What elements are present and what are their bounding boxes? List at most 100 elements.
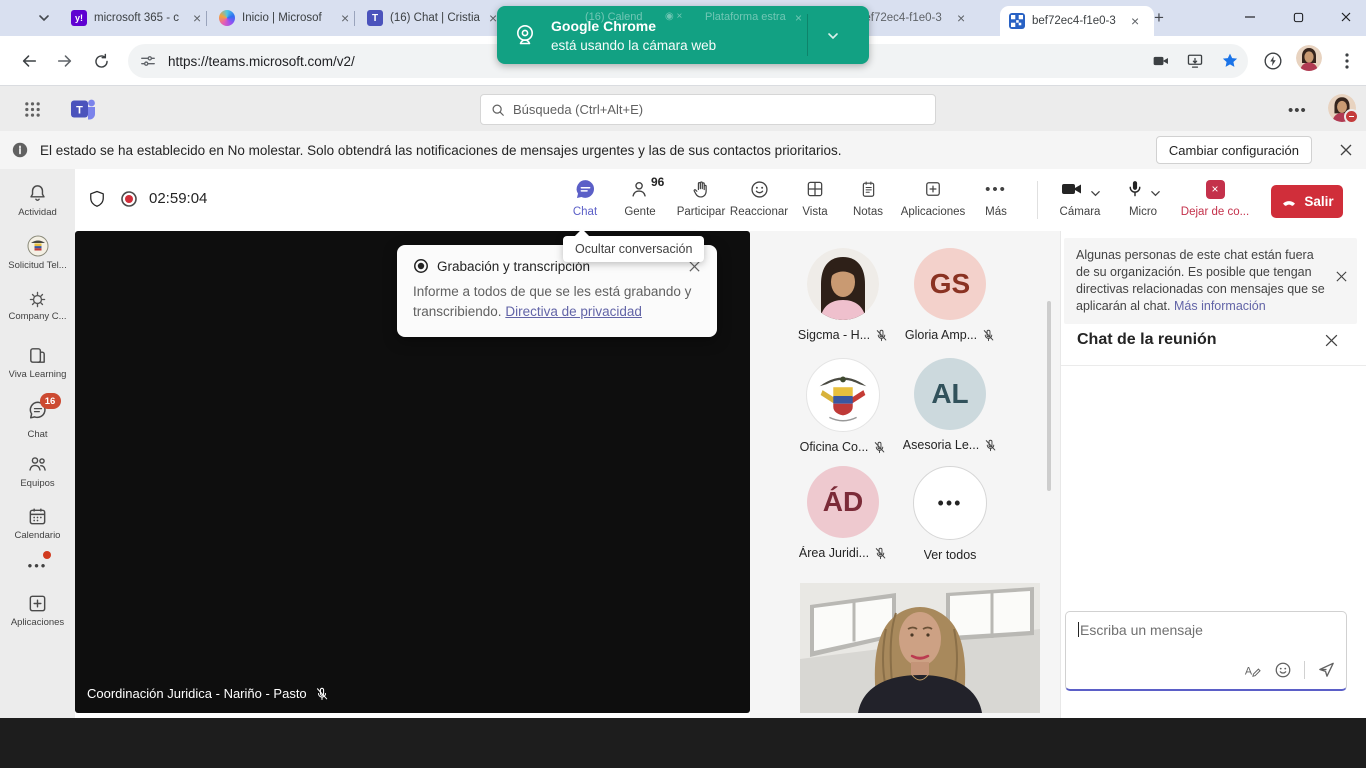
browser-tab[interactable]: Inicio | Microsof × xyxy=(210,0,370,36)
sidebar-item-viva-learning[interactable]: Viva Learning xyxy=(0,345,75,380)
react-toolbar-button[interactable]: Reaccionar xyxy=(727,177,791,227)
camera-in-use-icon[interactable] xyxy=(1144,52,1178,70)
extension-icon[interactable] xyxy=(1258,46,1288,76)
more-activity-dot xyxy=(43,551,51,559)
more-toolbar-button[interactable]: ••• Más xyxy=(973,177,1019,227)
install-app-icon[interactable] xyxy=(1178,52,1212,70)
apps-toolbar-button[interactable]: Aplicaciones xyxy=(897,177,969,227)
forward-icon[interactable] xyxy=(50,46,80,76)
tab-title: Inicio | Microsof xyxy=(242,12,334,24)
notes-toolbar-button[interactable]: Notas xyxy=(843,177,893,227)
participant-tile[interactable]: GS Gloria Amp... xyxy=(895,248,1005,342)
view-toolbar-button[interactable]: Vista xyxy=(793,177,837,227)
avatar-initials: ÁD xyxy=(807,466,879,538)
participant-count: 96 xyxy=(651,175,664,189)
reload-icon[interactable] xyxy=(86,46,116,76)
teams-search-input[interactable]: Búsqueda (Ctrl+Alt+E) xyxy=(480,94,936,125)
see-all-participants[interactable]: ••• Ver todos xyxy=(895,466,1005,562)
waffle-menu-icon[interactable] xyxy=(22,99,42,119)
stop-recording-toolbar-button[interactable]: × Dejar de co... xyxy=(1175,177,1255,227)
back-icon[interactable] xyxy=(14,46,44,76)
tab-close-icon[interactable]: × xyxy=(1131,14,1139,28)
webcam-icon xyxy=(509,19,541,51)
sidebar-item-calendario[interactable]: Calendario xyxy=(0,506,75,541)
sidebar-item-more[interactable]: ••• xyxy=(0,559,75,573)
apps-plus-icon xyxy=(923,177,943,201)
chat-close-icon[interactable] xyxy=(1324,333,1339,348)
participant-tile[interactable]: ÁD Área Juridi... xyxy=(788,466,898,560)
participant-tile[interactable]: Oficina Co... xyxy=(788,358,898,454)
site-info-icon[interactable] xyxy=(128,53,168,69)
notification-expand-chevron-icon[interactable] xyxy=(823,26,843,46)
tab-close-icon[interactable]: × xyxy=(957,11,965,25)
sidebar-item-aplicaciones[interactable]: Aplicaciones xyxy=(0,593,75,628)
participants-scrollbar[interactable] xyxy=(1047,301,1051,491)
tab-close-icon[interactable]: × xyxy=(193,11,201,25)
browser-profile-avatar[interactable] xyxy=(1296,45,1322,71)
people-icon xyxy=(27,453,49,475)
browser-menu-icon[interactable] xyxy=(1334,46,1360,76)
participant-tile[interactable]: Sigcma - H... xyxy=(788,248,898,342)
browser-tab[interactable]: T (16) Chat | Cristia × xyxy=(358,0,514,36)
camera-notification[interactable]: (16) Calend ◉ × Plataforma estra × Googl… xyxy=(497,6,869,64)
participant-tile[interactable]: AL Asesoria Le... xyxy=(895,358,1005,452)
emoji-icon[interactable] xyxy=(1274,661,1292,679)
svg-text:T: T xyxy=(76,105,83,117)
window-close-button[interactable] xyxy=(1332,4,1360,30)
tab-favicon xyxy=(219,10,235,26)
sidebar-item-actividad[interactable]: Actividad xyxy=(0,183,75,218)
sidebar-item-equipos[interactable]: Equipos xyxy=(0,453,75,489)
banner-close-icon[interactable] xyxy=(1326,143,1366,157)
message-input[interactable]: Escriba un mensaje A xyxy=(1065,611,1347,691)
teams-profile-avatar[interactable] xyxy=(1328,94,1356,122)
meeting-chat-panel: Algunas personas de este chat están fuer… xyxy=(1060,231,1366,718)
camera-toolbar-button[interactable]: Cámara xyxy=(1047,177,1113,227)
phone-hangup-icon xyxy=(1280,193,1298,211)
tab-close-icon[interactable]: × xyxy=(341,11,349,25)
raise-hand-toolbar-button[interactable]: Participar xyxy=(670,177,732,227)
send-icon[interactable] xyxy=(1317,660,1336,679)
browser-tab[interactable]: y! microsoft 365 - c × xyxy=(62,0,222,36)
notice-close-icon[interactable] xyxy=(1335,270,1348,283)
mic-muted-icon xyxy=(874,547,887,560)
security-shield-icon[interactable] xyxy=(85,187,109,211)
new-tab-button[interactable]: + xyxy=(1148,7,1170,29)
change-settings-button[interactable]: Cambiar configuración xyxy=(1156,136,1312,164)
more-info-link[interactable]: Más información xyxy=(1174,299,1266,313)
mic-toolbar-button[interactable]: Micro xyxy=(1115,177,1171,227)
leave-button[interactable]: Salir xyxy=(1271,185,1343,218)
format-icon[interactable]: A xyxy=(1244,661,1262,679)
chat-toolbar-button[interactable]: Chat xyxy=(560,177,610,227)
svg-text:A: A xyxy=(1245,665,1253,677)
privacy-policy-link[interactable]: Directiva de privacidad xyxy=(505,304,642,319)
window-minimize-button[interactable] xyxy=(1236,4,1264,30)
calendar-icon xyxy=(27,506,48,527)
tab-close-icon[interactable]: × xyxy=(489,11,497,25)
self-video-tile[interactable] xyxy=(800,583,1040,713)
window-maximize-button[interactable] xyxy=(1284,4,1312,30)
tab-separator xyxy=(206,11,207,26)
browser-tab-active[interactable]: bef72ec4-f1e0-3 × xyxy=(1000,6,1154,36)
sidebar-item-chat[interactable]: 16 Chat xyxy=(0,399,75,440)
header-more-icon[interactable]: ••• xyxy=(1288,102,1307,119)
ellipsis-icon: ••• xyxy=(985,177,1007,201)
notification-app-name: Google Chrome xyxy=(551,18,656,34)
more-participants-icon: ••• xyxy=(913,466,987,540)
people-toolbar-button[interactable]: 96 Gente xyxy=(613,177,667,227)
search-placeholder: Búsqueda (Ctrl+Alt+E) xyxy=(513,102,643,117)
gear-icon xyxy=(29,291,46,308)
participant-name: Sigcma - H... xyxy=(798,328,870,342)
tab-search-chevron-icon[interactable] xyxy=(34,8,54,28)
banner-text: El estado se ha establecido en No molest… xyxy=(40,143,841,158)
book-icon xyxy=(27,345,48,366)
tab-favicon xyxy=(1009,13,1025,29)
meeting-toolbar: 02:59:04 Chat 96 Gente Participar xyxy=(75,169,1366,231)
sidebar-item-company[interactable]: Company C... xyxy=(0,291,75,322)
emblem-icon xyxy=(27,235,49,257)
avatar-initials: GS xyxy=(914,248,986,320)
text-cursor xyxy=(1078,622,1079,637)
mic-muted-icon xyxy=(315,687,329,701)
sidebar-item-solicitud[interactable]: Solicitud Tel... xyxy=(0,235,75,271)
bookmark-star-icon[interactable] xyxy=(1212,52,1248,70)
recording-indicator-icon xyxy=(119,189,139,209)
